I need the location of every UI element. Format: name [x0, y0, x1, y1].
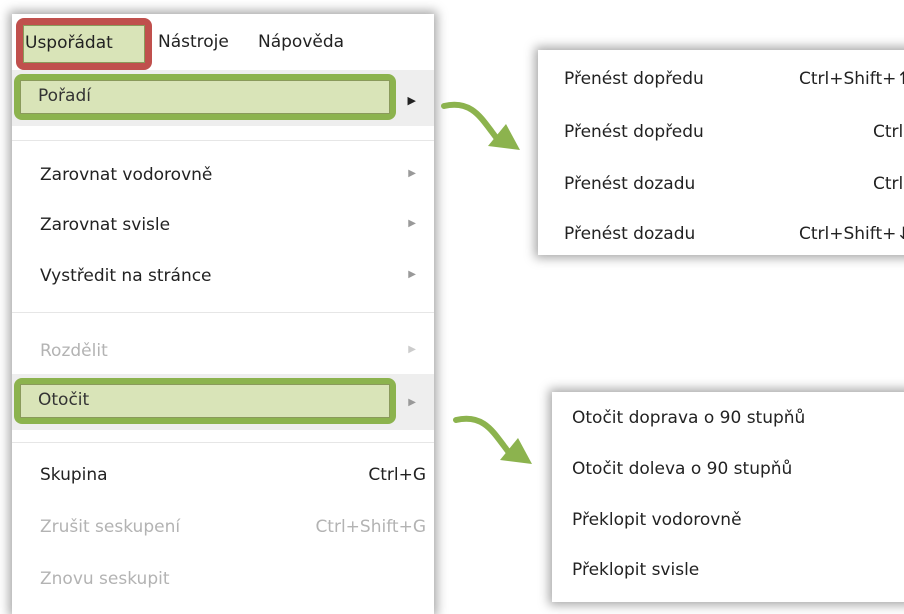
submenu-arrow-icon: ▶	[408, 218, 416, 229]
menu-item-rotate-label: Otočit	[38, 390, 90, 410]
pointer-arrow-icon	[441, 101, 520, 150]
menu-item-group[interactable]: Skupina Ctrl+G	[12, 456, 434, 496]
menu-item-order-label: Pořadí	[38, 86, 91, 106]
menu-arrange-label: Uspořádat	[25, 33, 113, 53]
submenu-arrow-icon: ▶	[408, 344, 416, 355]
menu-separator	[12, 140, 434, 141]
submenu-arrow-icon: ▶	[408, 269, 416, 280]
menu-separator	[12, 312, 434, 313]
submenu-arrow-icon: ▶	[408, 168, 416, 179]
pointer-arrow-icon	[453, 415, 532, 464]
menu-item-align-horizontal[interactable]: Zarovnat vodorovně ▶	[12, 156, 434, 196]
submenu-arrow-icon: ▶	[408, 397, 416, 408]
submenu-item-rotate-right[interactable]: Otočit doprava o 90 stupňů	[572, 408, 805, 428]
menu-item-rotate[interactable]: Otočit	[14, 378, 396, 424]
shortcut-ungroup: Ctrl+Shift+G	[315, 517, 426, 537]
submenu-arrow-icon: ▶	[407, 94, 416, 107]
menu-item-ungroup: Zrušit seskupení Ctrl+Shift+G	[40, 517, 426, 537]
menu-help[interactable]: Nápověda	[258, 32, 344, 52]
rotate-submenu: Otočit doprava o 90 stupňů Otočit doleva…	[552, 392, 904, 602]
menu-tools[interactable]: Nástroje	[158, 32, 229, 52]
menu-item-distribute: Rozdělit ▶	[40, 341, 416, 361]
submenu-item-flip-vertical[interactable]: Překlopit svisle	[572, 560, 699, 580]
submenu-item-rotate-left[interactable]: Otočit doleva o 90 stupňů	[572, 459, 792, 479]
menu-item-center-on-page[interactable]: Vystředit na stránce ▶	[12, 257, 434, 297]
order-submenu: Přenést dopředu Ctrl+Shift+↑ Přenést dop…	[538, 50, 904, 255]
menu-arrange[interactable]: Uspořádat	[16, 18, 152, 70]
shortcut-group: Ctrl+G	[368, 465, 426, 485]
menu-item-regroup: Znovu seskupit	[40, 569, 170, 589]
menu-item-align-vertical[interactable]: Zarovnat svisle ▶	[12, 206, 434, 246]
menu-item-order[interactable]: Pořadí	[14, 74, 396, 120]
arrange-menu-panel: Uspořádat Nástroje Nápověda Pořadí ▶ Zar…	[12, 14, 434, 614]
submenu-item-flip-horizontal[interactable]: Překlopit vodorovně	[572, 510, 742, 530]
menu-separator	[12, 442, 434, 443]
menu-bar: Uspořádat Nástroje Nápověda	[12, 14, 434, 70]
